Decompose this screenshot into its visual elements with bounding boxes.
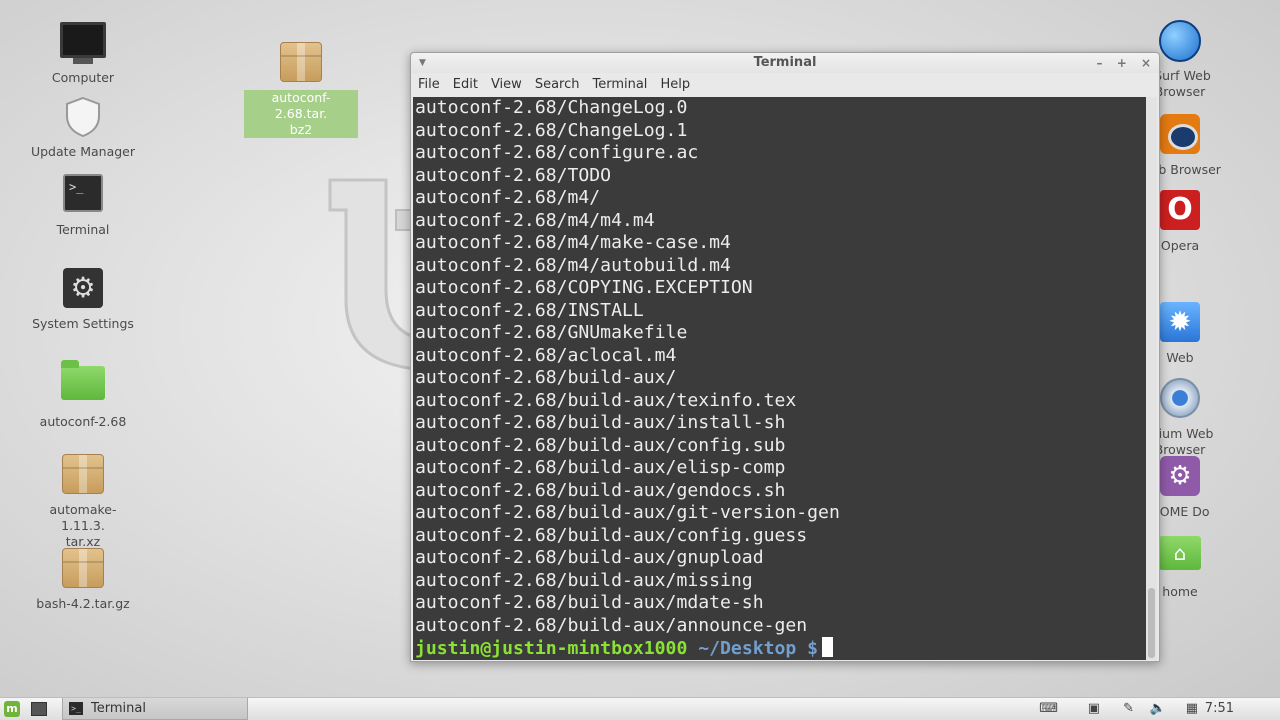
- settings-icon: ⚙: [60, 268, 106, 312]
- desktop-icon-terminal[interactable]: >_ Terminal: [28, 172, 138, 238]
- eye-icon: [1157, 114, 1203, 158]
- shield-icon: [60, 96, 106, 140]
- desktop-icon-label: autoconf-2.68.tar. bz2: [244, 90, 358, 138]
- folder-icon: [60, 360, 106, 410]
- terminal-line: autoconf-2.68/build-aux/gendocs.sh: [415, 479, 786, 501]
- taskbar-item-label: Terminal: [91, 701, 146, 716]
- desktop-icon-automake-archive[interactable]: automake-1.11.3. tar.xz: [28, 452, 138, 550]
- scrollbar-thumb[interactable]: [1148, 588, 1155, 658]
- package-icon: [60, 548, 106, 592]
- desktop-icon-label: automake-1.11.3. tar.xz: [49, 502, 117, 549]
- terminal-line: autoconf-2.68/configure.ac: [415, 142, 699, 163]
- terminal-output[interactable]: autoconf-2.68/ChangeLog.0 autoconf-2.68/C…: [413, 97, 1146, 660]
- window-titlebar[interactable]: ▼ Terminal – + ×: [411, 53, 1159, 73]
- terminal-icon: >_: [69, 702, 83, 715]
- desktop-icon-label: bash-4.2.tar.gz: [36, 596, 130, 611]
- bottom-panel: m >_ Terminal ⌨ ▣ ✎ 🔈 ▦ 7:51 PM: [0, 697, 1280, 720]
- text-cursor: [822, 637, 834, 657]
- maximize-icon[interactable]: +: [1117, 56, 1127, 70]
- pen-icon[interactable]: ✎: [1123, 698, 1134, 720]
- terminal-line: autoconf-2.68/build-aux/install-sh: [415, 412, 786, 433]
- clock[interactable]: 7:51 PM: [1205, 698, 1234, 720]
- mint-menu-icon[interactable]: m: [4, 701, 20, 717]
- terminal-line: autoconf-2.68/m4/: [415, 187, 601, 208]
- chromium-icon: [1157, 378, 1203, 422]
- terminal-icon: >_: [60, 174, 106, 218]
- taskbar-item-terminal[interactable]: >_ Terminal: [62, 698, 248, 720]
- desktop-icon-computer[interactable]: Computer: [28, 22, 138, 86]
- gnome-do-icon: ⚙: [1157, 456, 1203, 500]
- desktop-icon-autoconf-folder[interactable]: autoconf-2.68: [28, 358, 138, 430]
- terminal-line: autoconf-2.68/m4/m4.m4: [415, 209, 655, 231]
- show-desktop-icon[interactable]: [31, 702, 47, 716]
- keyboard-icon[interactable]: ⌨: [1039, 698, 1058, 720]
- terminal-line: autoconf-2.68/INSTALL: [415, 299, 644, 321]
- volume-icon[interactable]: 🔈: [1150, 698, 1166, 720]
- prompt-user: justin@justin-mintbox1000: [415, 638, 688, 659]
- battery-icon[interactable]: ▣: [1088, 698, 1100, 720]
- terminal-scrollbar[interactable]: [1146, 97, 1157, 660]
- network-icon[interactable]: ▦: [1186, 698, 1198, 720]
- terminal-menubar: File Edit View Search Terminal Help: [411, 73, 1159, 97]
- terminal-line: autoconf-2.68/build-aux/elisp-comp: [415, 457, 786, 478]
- terminal-line: autoconf-2.68/GNUmakefile: [415, 322, 688, 343]
- terminal-prompt[interactable]: justin@justin-mintbox1000 ~/Desktop $: [415, 637, 1144, 660]
- globe-icon: [1157, 20, 1203, 64]
- menu-help[interactable]: Help: [660, 77, 690, 92]
- terminal-line: autoconf-2.68/build-aux/: [415, 367, 677, 388]
- desktop-icon-label: Computer: [51, 70, 115, 85]
- close-icon[interactable]: ×: [1141, 56, 1151, 70]
- terminal-line: autoconf-2.68/build-aux/config.sub: [415, 434, 786, 456]
- terminal-line: autoconf-2.68/build-aux/texinfo.tex: [415, 389, 797, 411]
- minimize-icon[interactable]: –: [1097, 56, 1103, 70]
- terminal-window[interactable]: ▼ Terminal – + × File Edit View Search Termi…: [410, 52, 1160, 662]
- terminal-line: autoconf-2.68/TODO: [415, 164, 612, 186]
- terminal-line: autoconf-2.68/ChangeLog.1: [415, 119, 688, 141]
- menu-terminal[interactable]: Terminal: [592, 77, 647, 92]
- terminal-line: autoconf-2.68/m4/make-case.m4: [415, 232, 731, 253]
- terminal-line: autoconf-2.68/build-aux/announce-gen: [415, 614, 808, 636]
- menu-file[interactable]: File: [418, 77, 440, 92]
- menu-edit[interactable]: Edit: [453, 77, 478, 92]
- terminal-line: autoconf-2.68/build-aux/missing: [415, 569, 753, 591]
- desktop-icon-update-manager[interactable]: Update Manager: [28, 96, 138, 160]
- terminal-line: autoconf-2.68/aclocal.m4: [415, 344, 677, 366]
- home-folder-icon: ⌂: [1157, 536, 1203, 580]
- terminal-line: autoconf-2.68/build-aux/git-version-gen: [415, 502, 840, 523]
- window-menu-icon[interactable]: ▼: [419, 53, 426, 73]
- terminal-line: autoconf-2.68/build-aux/mdate-sh: [415, 592, 764, 613]
- desktop-icon-autoconf-archive[interactable]: autoconf-2.68.tar. bz2: [244, 40, 358, 138]
- desktop-icon-bash-archive[interactable]: bash-4.2.tar.gz: [28, 546, 138, 612]
- opera-icon: O: [1157, 190, 1203, 234]
- terminal-line: autoconf-2.68/build-aux/gnupload: [415, 547, 764, 568]
- terminal-line: autoconf-2.68/m4/autobuild.m4: [415, 254, 731, 276]
- desktop-icon-label: Terminal: [56, 222, 110, 237]
- menu-view[interactable]: View: [491, 77, 522, 92]
- terminal-line: autoconf-2.68/COPYING.EXCEPTION: [415, 277, 753, 298]
- package-icon: [278, 42, 324, 86]
- web-icon: ✹: [1157, 302, 1203, 346]
- package-icon: [60, 454, 106, 498]
- desktop-icon-label: Update Manager: [30, 144, 136, 159]
- computer-icon: [60, 22, 106, 66]
- desktop-icon-system-settings[interactable]: ⚙ System Settings: [28, 266, 138, 332]
- menu-search[interactable]: Search: [535, 77, 580, 92]
- terminal-line: autoconf-2.68/build-aux/config.guess: [415, 524, 808, 546]
- desktop-icon-label: autoconf-2.68: [39, 414, 127, 429]
- window-title: Terminal: [753, 55, 817, 70]
- terminal-line: autoconf-2.68/ChangeLog.0: [415, 97, 688, 118]
- desktop-icon-label: System Settings: [32, 316, 134, 331]
- prompt-path: ~/Desktop $: [698, 638, 819, 659]
